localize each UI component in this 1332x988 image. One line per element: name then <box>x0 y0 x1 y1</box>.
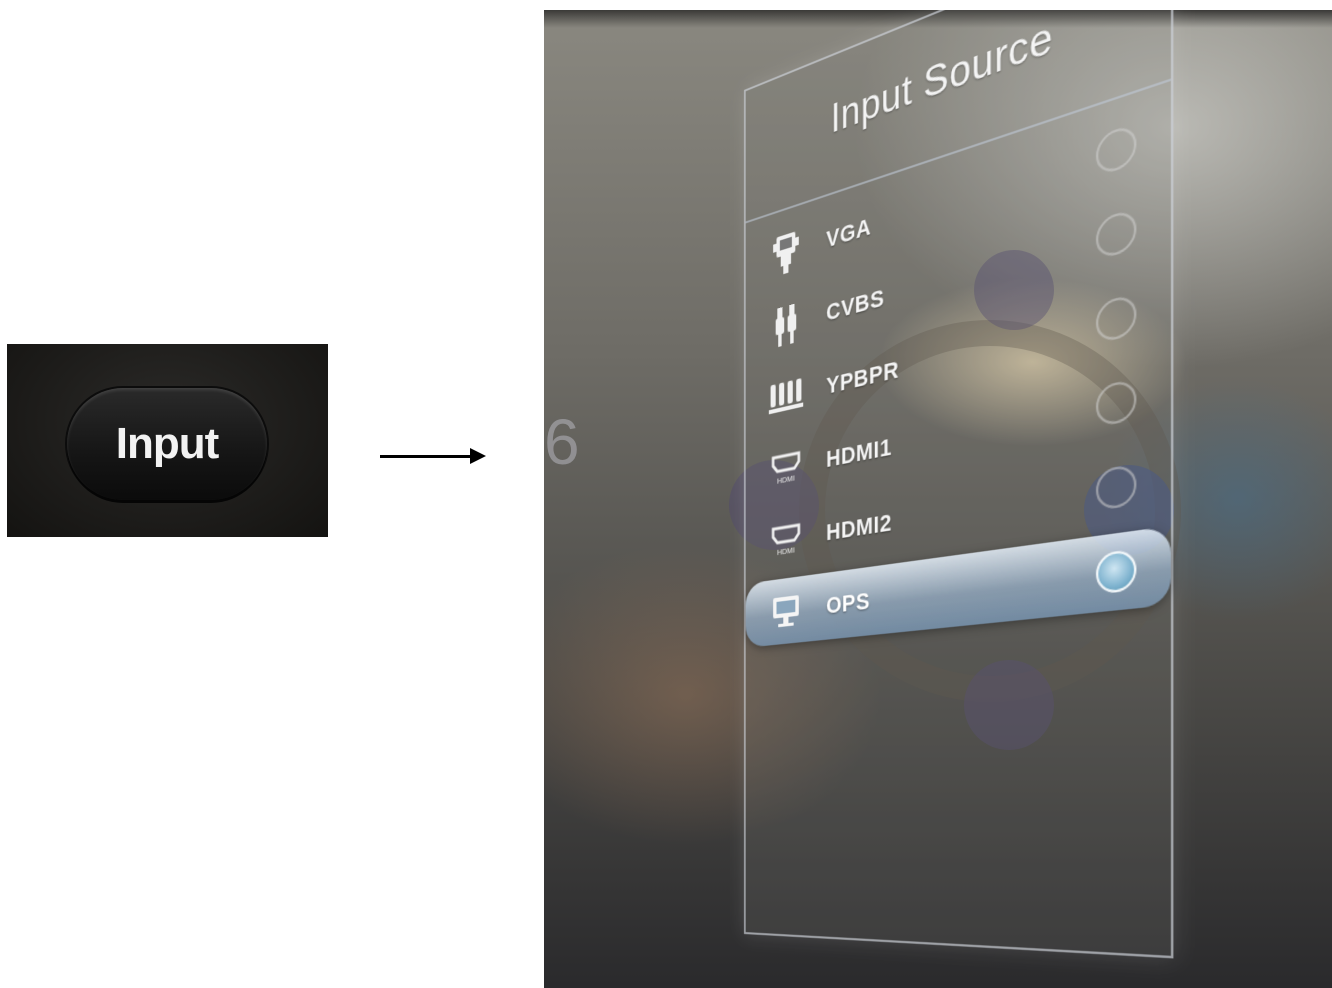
pc-monitor-icon <box>764 585 809 637</box>
radio-button[interactable] <box>1095 378 1137 428</box>
input-button-label: Input <box>115 419 220 468</box>
remote-control-photo: Input <box>7 344 328 537</box>
hdmi-port-icon: HDMI <box>764 512 809 566</box>
input-source-list: VGA CVBS YPBPR HDMI HDMI1 HDMI HDMI2 OPS <box>745 78 1171 959</box>
input-source-panel: Input Source VGA CVBS YPBPR HDMI HDMI1 H… <box>744 10 1174 959</box>
arrow-head-icon <box>470 448 486 464</box>
hdmi-port-icon: HDMI <box>764 440 809 496</box>
source-label: HDMI2 <box>826 508 892 546</box>
source-label: CVBS <box>826 283 885 327</box>
radio-button[interactable] <box>1095 208 1137 261</box>
source-label: YPBPR <box>826 355 899 400</box>
component-connector-icon <box>764 367 809 425</box>
hdmi-icon-text: HDMI <box>777 544 795 557</box>
arrow-icon <box>380 455 472 458</box>
source-label: OPS <box>826 587 871 619</box>
radio-button[interactable] <box>1095 463 1137 511</box>
rca-connector-icon <box>764 295 809 354</box>
tv-screen-photo: 6 Input Source VGA CVBS YPBPR HDMI HDMI1… <box>544 10 1332 988</box>
vga-connector-icon <box>764 222 809 283</box>
radio-button[interactable] <box>1095 122 1137 177</box>
background-partial-text: 6 <box>544 406 580 478</box>
radio-button[interactable] <box>1095 293 1137 344</box>
hdmi-icon-text: HDMI <box>777 472 795 486</box>
radio-button-selected[interactable] <box>1095 548 1137 595</box>
input-button[interactable]: Input <box>67 388 267 500</box>
source-label: HDMI1 <box>826 432 892 473</box>
source-label: VGA <box>826 212 872 253</box>
